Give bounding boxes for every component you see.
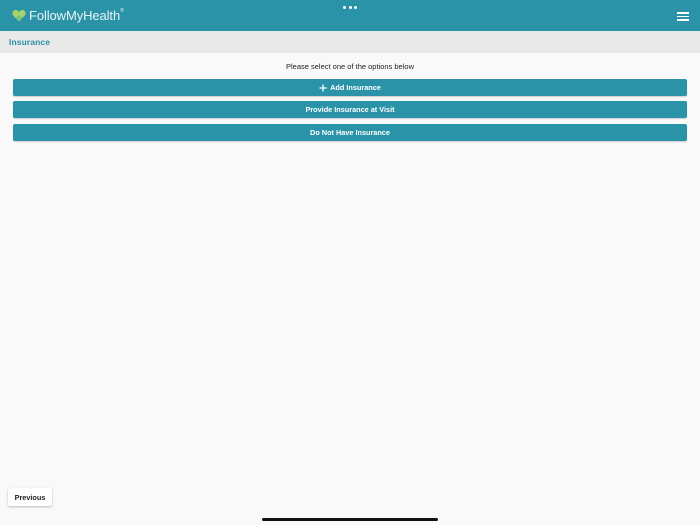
- plus-icon: [319, 84, 327, 92]
- add-insurance-button[interactable]: Add Insurance: [13, 79, 687, 96]
- no-insurance-label: Do Not Have Insurance: [310, 128, 390, 137]
- provide-insurance-at-visit-button[interactable]: Provide Insurance at Visit: [13, 101, 687, 118]
- home-indicator[interactable]: [262, 518, 438, 521]
- logo-name: FollowMyHealth: [29, 8, 121, 23]
- logo-registered-mark: ®: [120, 8, 124, 14]
- page-title-bar: Insurance: [0, 31, 700, 53]
- heart-logo-icon: [12, 9, 26, 22]
- do-not-have-insurance-button[interactable]: Do Not Have Insurance: [13, 124, 687, 141]
- provide-insurance-label: Provide Insurance at Visit: [305, 105, 395, 114]
- hamburger-menu-icon[interactable]: [677, 12, 689, 21]
- app-header: FollowMyHealth®: [0, 0, 700, 31]
- previous-button[interactable]: Previous: [8, 488, 52, 506]
- instruction-text: Please select one of the options below: [285, 62, 414, 71]
- app-logo: FollowMyHealth®: [12, 7, 124, 24]
- logo-text: FollowMyHealth®: [29, 8, 124, 23]
- multitasking-dots-icon[interactable]: [343, 5, 357, 9]
- page-title: Insurance: [9, 37, 51, 47]
- add-insurance-label: Add Insurance: [330, 83, 381, 92]
